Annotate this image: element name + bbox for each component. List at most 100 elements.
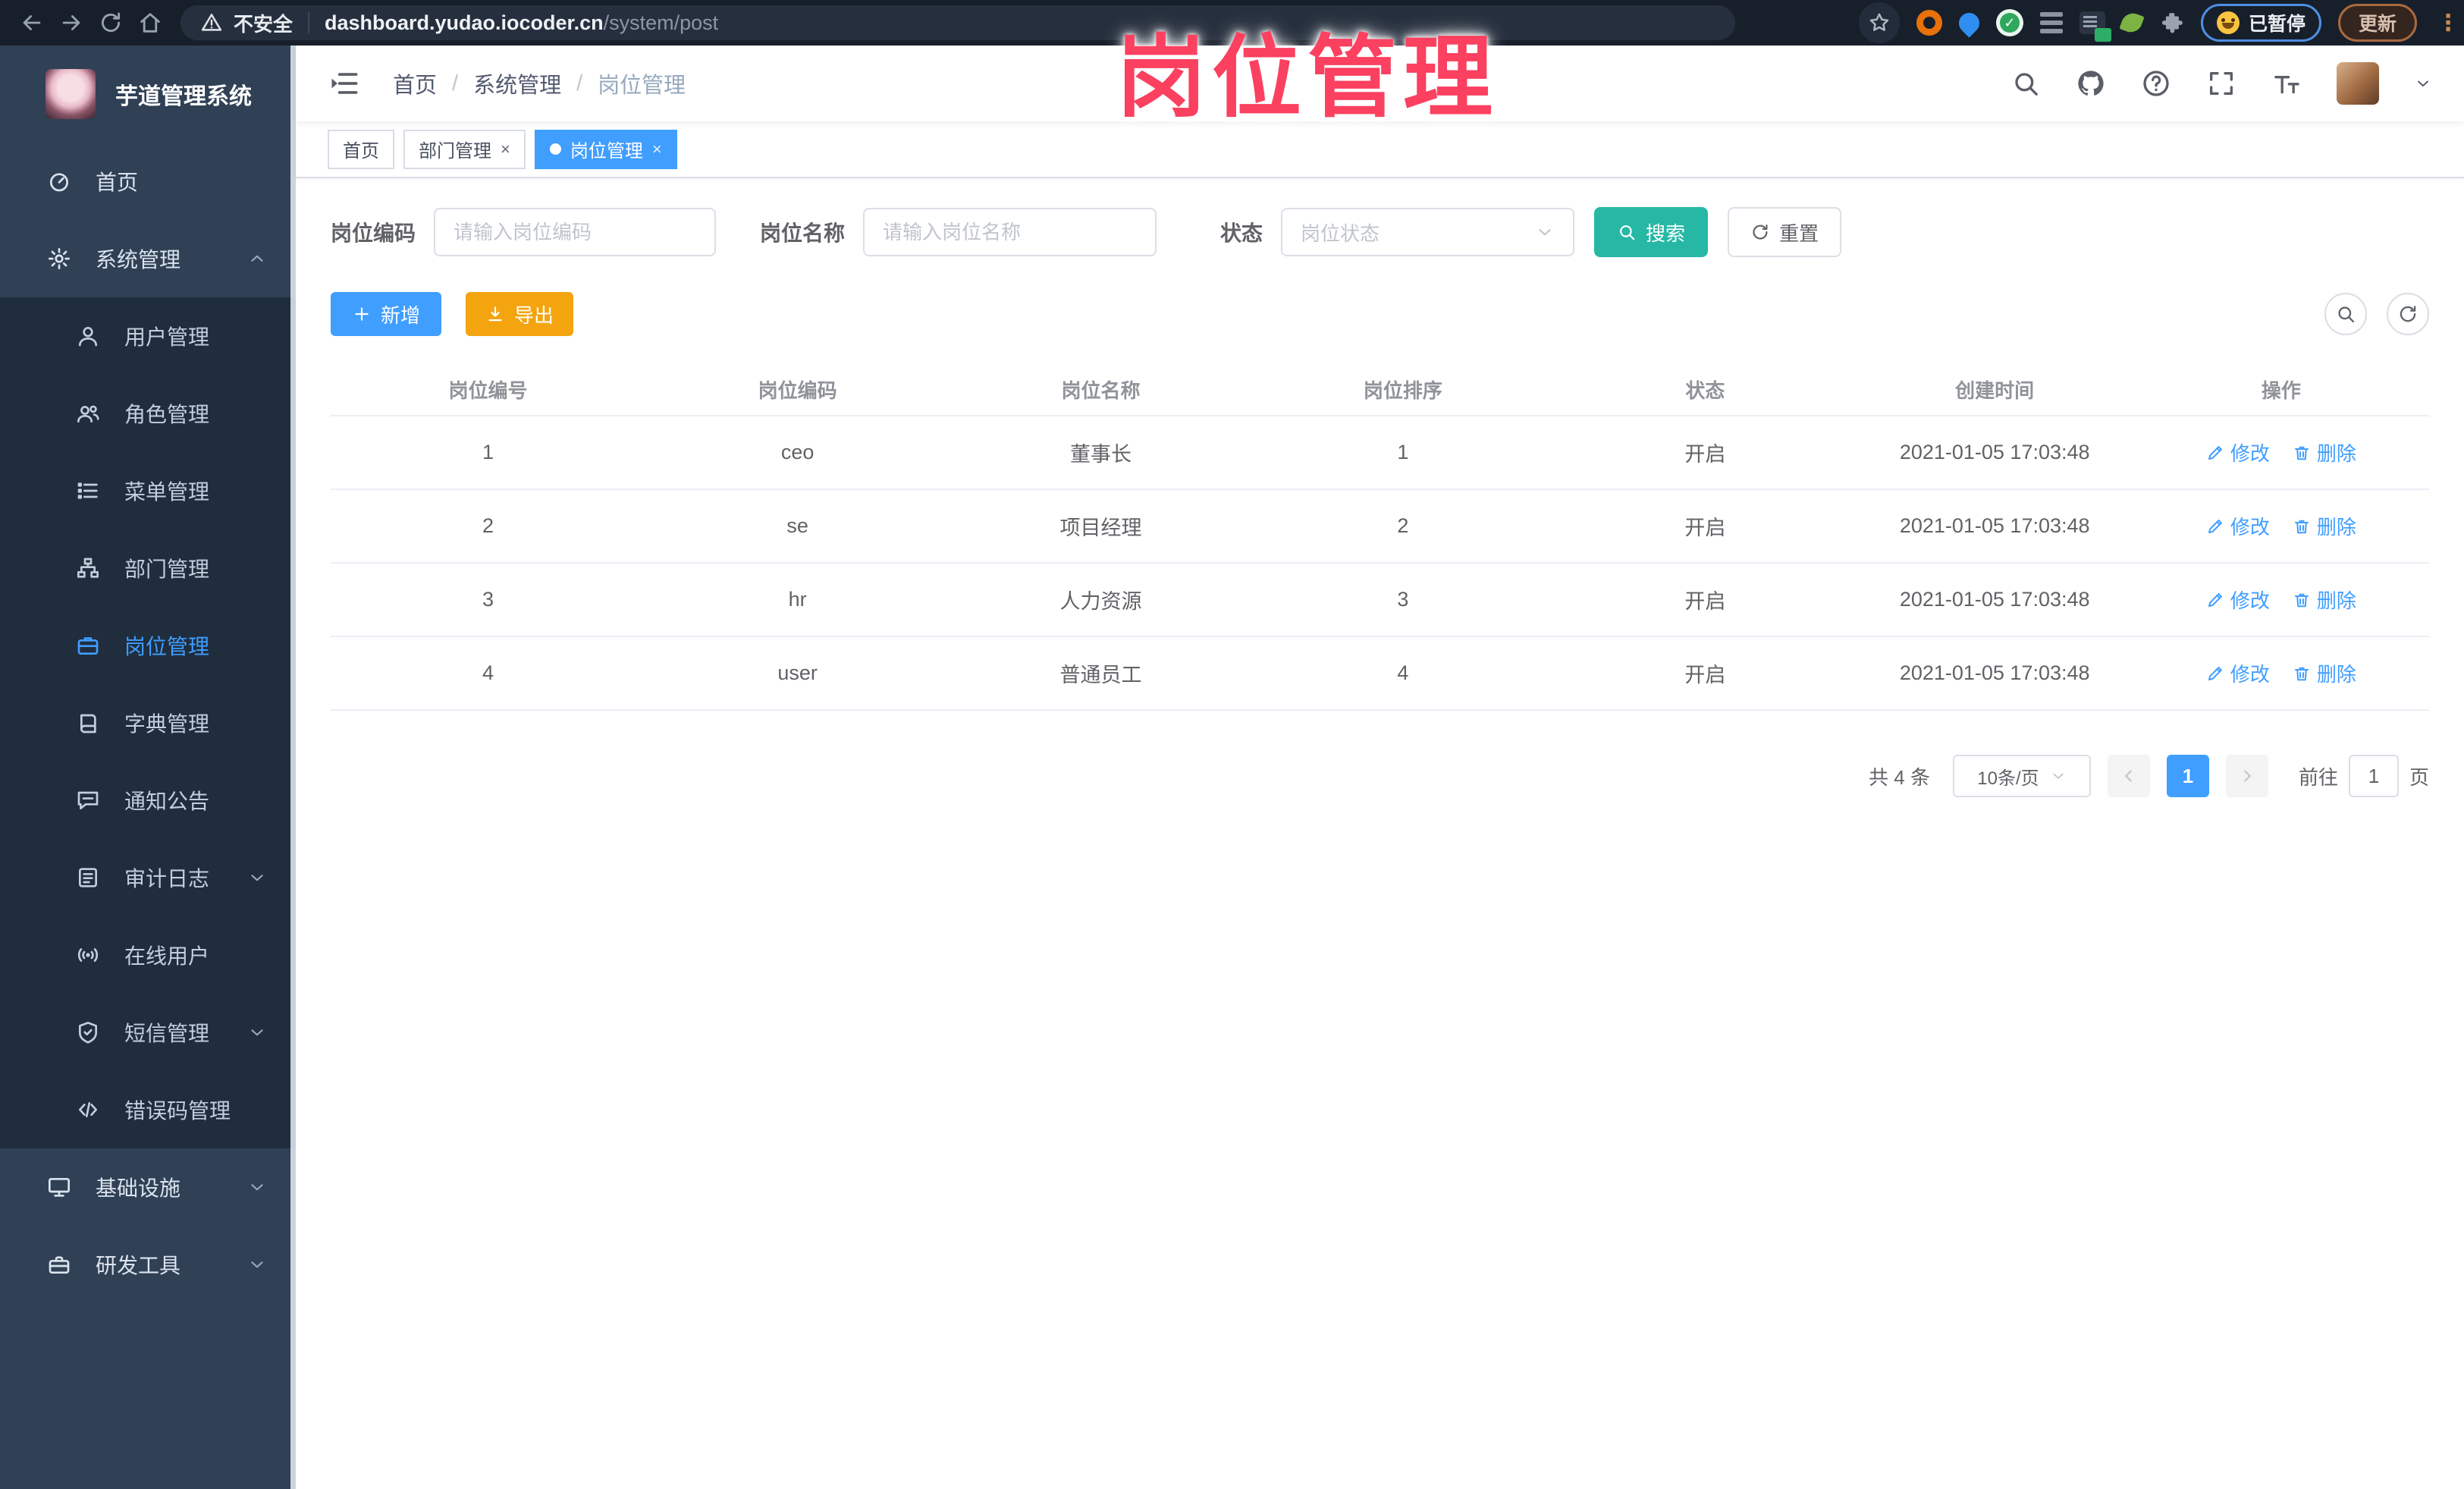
search-button[interactable]: 搜索	[1594, 207, 1709, 257]
header-search-icon[interactable]	[2010, 68, 2041, 99]
code-icon	[76, 1098, 100, 1122]
sidebar-submenu-item[interactable]: 在线用户	[0, 916, 296, 994]
edit-link[interactable]: 修改	[2206, 586, 2270, 614]
extension-terminal-icon[interactable]	[2079, 11, 2111, 42]
extension-green-check-icon[interactable]: ✓	[1995, 9, 2023, 36]
profile-paused-badge[interactable]: 已暂停	[2200, 4, 2321, 42]
delete-link[interactable]: 删除	[2293, 512, 2356, 540]
sidebar-menu-item[interactable]: 系统管理	[0, 220, 296, 297]
cell-post-name: 项目经理	[1059, 517, 1142, 539]
status-select[interactable]: 岗位状态	[1281, 208, 1575, 256]
table-header-row: 岗位编号 岗位编码 岗位名称 岗位排序 状态 创建时间 操作	[331, 363, 2429, 416]
bookmark-star-icon[interactable]	[1858, 2, 1900, 43]
top-navbar: 首页 / 系统管理 / 岗位管理 /	[296, 46, 2464, 121]
browser-update-button[interactable]: 更新	[2337, 4, 2417, 42]
cell-created-time: 2021-01-05 17:03:48	[1899, 661, 2090, 684]
browser-forward-button[interactable]	[52, 3, 91, 42]
sidebar-toggle-hamburger-icon[interactable]	[328, 67, 361, 100]
sidebar-submenu-item[interactable]: 用户管理	[0, 297, 296, 375]
sidebar-submenu-item[interactable]: 角色管理	[0, 375, 296, 452]
docs-question-icon[interactable]	[2141, 68, 2171, 99]
delete-link[interactable]: 删除	[2293, 586, 2356, 614]
cell-created-time: 2021-01-05 17:03:48	[1899, 588, 2090, 611]
post-code-input[interactable]	[434, 208, 717, 256]
user-icon	[76, 324, 100, 348]
tab-close-icon[interactable]: ×	[652, 140, 662, 158]
sidebar-submenu-item[interactable]: 审计日志	[0, 839, 296, 916]
extension-orange-ring-icon[interactable]	[1916, 10, 1942, 36]
browser-chrome-bar: 不安全 dashboard.yudao.iocoder.cn/system/po…	[0, 0, 2464, 46]
extension-gray-bars-icon[interactable]	[2039, 12, 2063, 33]
reset-button[interactable]: 重置	[1728, 207, 1842, 257]
post-table: 岗位编号 岗位编码 岗位名称 岗位排序 状态 创建时间 操作 1 ceo 董事长…	[331, 363, 2429, 711]
sidebar-submenu-item[interactable]: 菜单管理	[0, 452, 296, 529]
github-icon[interactable]	[2076, 68, 2106, 99]
cell-post-sort: 4	[1397, 661, 1409, 684]
goto-label: 前往	[2298, 765, 2338, 789]
sidebar-submenu-item[interactable]: 部门管理	[0, 529, 296, 607]
sidebar-submenu-item[interactable]: 字典管理	[0, 684, 296, 762]
page-tab[interactable]: 首页 ×	[328, 129, 394, 169]
user-avatar[interactable]	[2337, 62, 2379, 105]
dashboard-icon	[47, 169, 71, 193]
goto-page-input[interactable]	[2348, 755, 2399, 797]
sidebar-menu-item[interactable]: 研发工具	[0, 1226, 296, 1303]
table-row[interactable]: 3 hr 人力资源 3 开启 2021-01-05 17:03:48 修改 删除	[331, 564, 2429, 637]
extension-leaf-icon[interactable]	[2119, 10, 2145, 36]
edit-link[interactable]: 修改	[2206, 659, 2270, 687]
delete-link[interactable]: 删除	[2293, 438, 2356, 466]
chevron-icon	[247, 1177, 267, 1197]
users-icon	[76, 401, 100, 426]
sidebar-submenu-item[interactable]: 错误码管理	[0, 1071, 296, 1148]
refresh-table-round-button[interactable]	[2387, 293, 2429, 335]
extension-location-pin-icon[interactable]	[1954, 8, 1984, 38]
fullscreen-icon[interactable]	[2206, 68, 2236, 99]
prev-page-button[interactable]	[2107, 755, 2150, 797]
message-icon	[76, 788, 100, 812]
page-size-select[interactable]: 10条/页	[1952, 755, 2091, 797]
page-tab[interactable]: 岗位管理 ×	[534, 129, 677, 169]
app-logo-row[interactable]: 芋道管理系统	[0, 46, 296, 143]
avatar-caret-down-icon[interactable]	[2414, 74, 2432, 93]
add-button[interactable]: 新增	[331, 292, 442, 336]
select-caret-down-icon	[1535, 222, 1555, 242]
browser-back-button[interactable]	[12, 3, 52, 42]
current-page-button[interactable]: 1	[2166, 755, 2209, 797]
sidebar-submenu-item[interactable]: 短信管理	[0, 994, 296, 1071]
font-size-icon[interactable]	[2271, 68, 2302, 99]
table-row[interactable]: 2 se 项目经理 2 开启 2021-01-05 17:03:48 修改 删除	[331, 490, 2429, 564]
post-code-label: 岗位编码	[331, 221, 416, 245]
edit-icon	[2206, 664, 2224, 683]
delete-link[interactable]: 删除	[2293, 659, 2356, 687]
table-header-cell: 岗位编号	[448, 379, 528, 402]
post-name-input[interactable]	[863, 208, 1157, 256]
edit-icon	[2206, 444, 2224, 462]
download-icon	[485, 304, 505, 324]
breadcrumb-item[interactable]: 首页 /	[393, 68, 473, 99]
sidebar-submenu-item[interactable]: 通知公告	[0, 762, 296, 839]
extensions-puzzle-icon[interactable]	[2158, 10, 2184, 36]
cell-status: 开启	[1684, 664, 1726, 686]
sidebar-menu-item[interactable]: 基础设施	[0, 1148, 296, 1226]
export-button[interactable]: 导出	[466, 292, 574, 336]
chevron-icon	[247, 868, 267, 887]
table-row[interactable]: 1 ceo 董事长 1 开启 2021-01-05 17:03:48 修改 删除	[331, 416, 2429, 490]
table-body: 1 ceo 董事长 1 开启 2021-01-05 17:03:48 修改 删除…	[331, 416, 2429, 711]
browser-home-button[interactable]	[130, 3, 170, 42]
browser-menu-kebab-icon[interactable]: ⋮	[2437, 10, 2459, 36]
tab-close-icon[interactable]: ×	[501, 140, 510, 158]
browser-reload-button[interactable]	[91, 3, 130, 42]
sidebar-menu-item[interactable]: 首页	[0, 143, 296, 220]
cell-operations: 修改 删除	[2133, 586, 2429, 614]
edit-link[interactable]: 修改	[2206, 512, 2270, 540]
table-row[interactable]: 4 user 普通员工 4 开启 2021-01-05 17:03:48 修改	[331, 637, 2429, 711]
edit-link[interactable]: 修改	[2206, 438, 2270, 466]
breadcrumb-item[interactable]: 岗位管理 /	[598, 68, 686, 99]
page-tab[interactable]: 部门管理 ×	[403, 129, 526, 169]
next-page-button[interactable]	[2225, 755, 2268, 797]
sidebar-submenu-item[interactable]: 岗位管理	[0, 607, 296, 684]
browser-address-bar[interactable]: 不安全 dashboard.yudao.iocoder.cn/system/po…	[180, 5, 1735, 40]
breadcrumb-item[interactable]: 系统管理 /	[473, 68, 598, 99]
table-header-cell: 状态	[1685, 379, 1725, 402]
toggle-search-round-button[interactable]	[2324, 293, 2367, 335]
